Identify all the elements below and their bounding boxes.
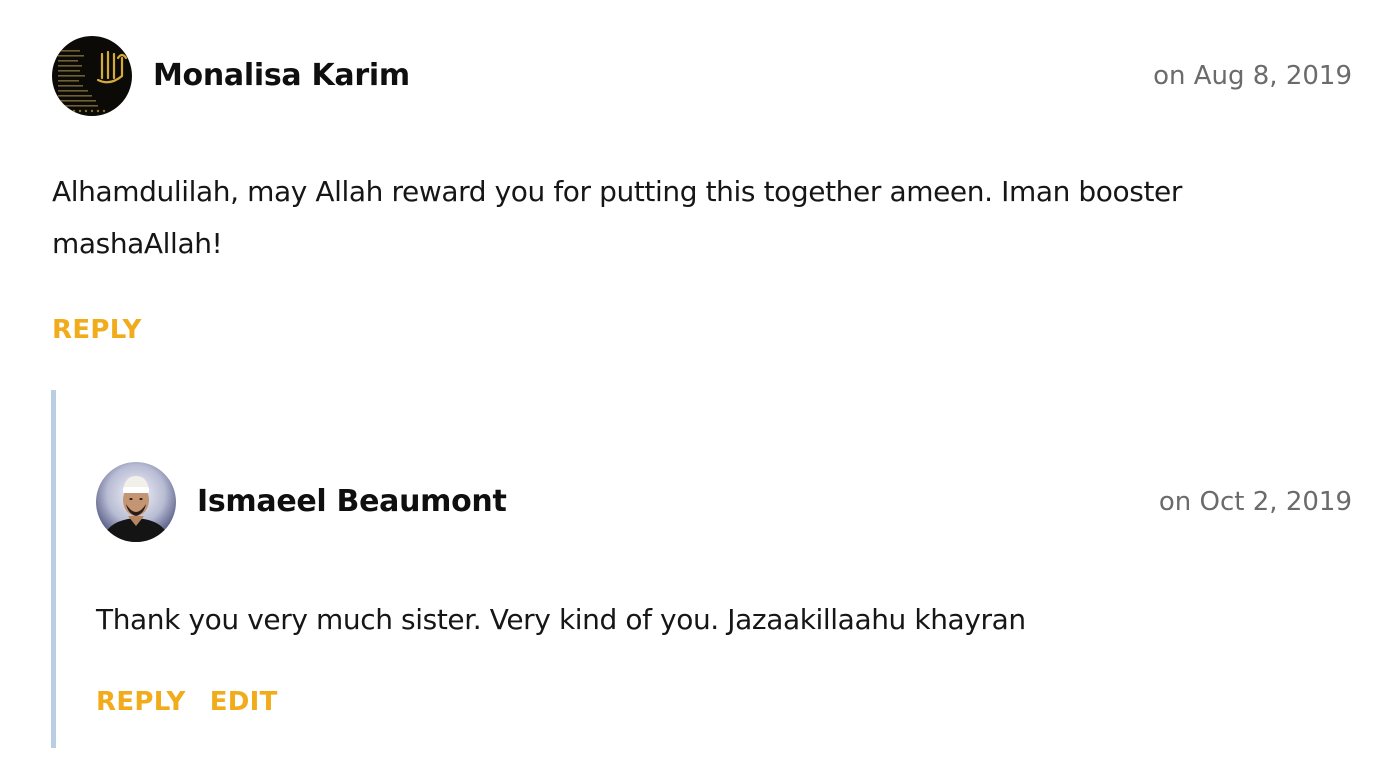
avatar-calligraphy-image bbox=[52, 36, 132, 116]
comment-actions: REPLY bbox=[52, 314, 1352, 346]
reply-button[interactable]: REPLY bbox=[52, 314, 142, 346]
avatar[interactable] bbox=[96, 462, 176, 542]
comment-date[interactable]: on Aug 8, 2019 bbox=[1153, 58, 1352, 94]
author-name[interactable]: Monalisa Karim bbox=[153, 56, 410, 96]
reply-button[interactable]: REPLY bbox=[96, 686, 186, 718]
comment-text: Thank you very much sister. Very kind of… bbox=[96, 603, 1026, 636]
avatar[interactable] bbox=[52, 36, 132, 116]
comment-thread: Monalisa Karim on Aug 8, 2019 Alhamdulil… bbox=[0, 0, 1396, 780]
author-name[interactable]: Ismaeel Beaumont bbox=[197, 482, 507, 522]
avatar-portrait-image bbox=[96, 462, 176, 542]
reply-thread-line bbox=[51, 390, 56, 748]
edit-button[interactable]: EDIT bbox=[210, 686, 278, 718]
comment: Monalisa Karim on Aug 8, 2019 Alhamdulil… bbox=[52, 36, 1352, 346]
reply-comment: Ismaeel Beaumont on Oct 2, 2019 Thank yo… bbox=[96, 462, 1352, 718]
comment-date[interactable]: on Oct 2, 2019 bbox=[1159, 484, 1352, 520]
comment-header: Ismaeel Beaumont on Oct 2, 2019 bbox=[96, 462, 1352, 542]
comment-text: Alhamdulilah, may Allah reward you for p… bbox=[52, 175, 1182, 260]
comment-header: Monalisa Karim on Aug 8, 2019 bbox=[52, 36, 1352, 116]
comment-actions: REPLY EDIT bbox=[96, 686, 1352, 718]
